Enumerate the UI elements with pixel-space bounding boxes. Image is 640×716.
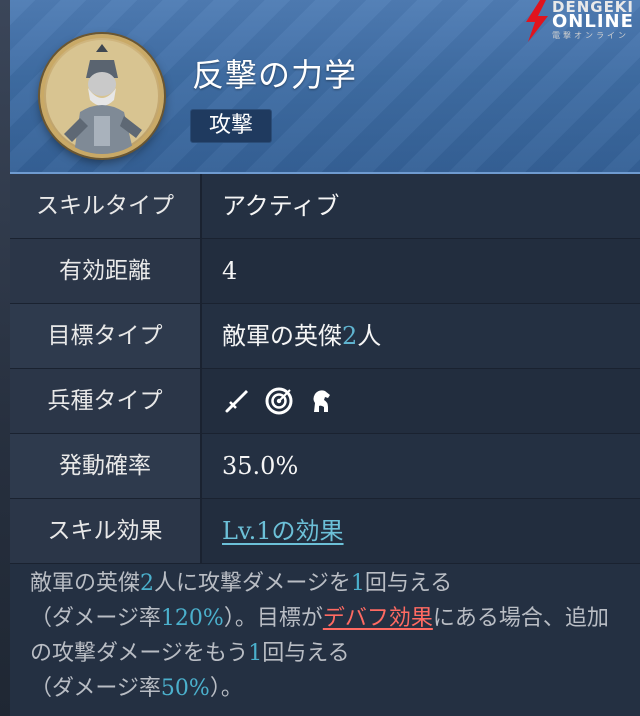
desc-text: 敵軍の英傑: [30, 571, 141, 596]
debuff-effect-link[interactable]: デバフ効果: [323, 606, 433, 631]
stat-label: 発動確率: [10, 434, 202, 498]
skill-effect-link[interactable]: Lv.1の効果: [222, 517, 344, 545]
stat-value: アクティブ: [222, 192, 340, 220]
stat-label: スキルタイプ: [10, 174, 202, 238]
target-prefix: 敵軍の英傑: [222, 322, 342, 350]
warrior-portrait-icon: [46, 40, 158, 154]
horse-icon: [313, 390, 330, 412]
stat-value: 敵軍の英傑2人: [222, 304, 381, 368]
brand-line-2: ONLINE: [552, 11, 634, 32]
stat-row-unit-type: 兵種タイプ: [10, 369, 640, 434]
stat-value: Lv.1の効果: [222, 499, 344, 563]
stat-row-skill-effect: スキル効果 Lv.1の効果: [10, 499, 640, 564]
stat-row-skill-type: スキルタイプ アクティブ: [10, 174, 640, 239]
lightning-logo-icon: [526, 0, 548, 42]
stat-row-range: 有効距離 4: [10, 239, 640, 304]
stat-label: 有効距離: [10, 239, 202, 303]
desc-text: （ダメージ率: [30, 606, 161, 631]
desc-text: 回与える: [262, 641, 350, 666]
stat-label: スキル効果: [10, 499, 202, 563]
desc-number: 120%: [160, 606, 224, 631]
skill-title: 反撃の力学: [192, 56, 358, 94]
bow-target-icon: [265, 387, 293, 415]
target-count: 2: [342, 322, 358, 350]
desc-number: 2: [140, 571, 155, 596]
skill-category-badge: 攻撃: [190, 109, 272, 143]
target-suffix: 人: [357, 322, 382, 350]
stat-label: 兵種タイプ: [10, 369, 202, 433]
skill-card: 反撃の力学 攻撃 DENGEKI ONLINE 電撃オンライン スキルタイプ ア…: [10, 0, 640, 716]
desc-number: 50%: [160, 676, 210, 701]
stat-row-activation-rate: 発動確率 35.0%: [10, 434, 640, 499]
stat-row-target-type: 目標タイプ 敵軍の英傑2人: [10, 304, 640, 369]
skill-description: 敵軍の英傑2人に攻撃ダメージを1回与える （ダメージ率120%）。目標がデバフ効果…: [30, 566, 630, 706]
skill-stats-table: スキルタイプ アクティブ 有効距離 4 目標タイプ 敵軍の英傑2人 兵種タイプ: [10, 174, 640, 564]
stat-label: 目標タイプ: [10, 304, 202, 368]
hero-portrait: [40, 34, 164, 158]
desc-number: 1: [248, 641, 263, 666]
desc-text: ）。: [209, 676, 243, 701]
brand-line-3: 電撃オンライン: [552, 31, 629, 40]
desc-text: 人に攻撃ダメージを: [154, 571, 351, 596]
desc-text: 回与える: [364, 571, 453, 596]
unit-type-icons: [222, 369, 336, 433]
desc-number: 1: [350, 571, 365, 596]
desc-text: ）。目標が: [223, 606, 323, 631]
sword-icon: [225, 390, 248, 413]
brand-logo: DENGEKI ONLINE 電撃オンライン: [522, 0, 640, 42]
desc-text: （ダメージ率: [30, 676, 161, 701]
stat-value: 35.0%: [222, 452, 299, 480]
stat-value: 4: [222, 257, 238, 285]
